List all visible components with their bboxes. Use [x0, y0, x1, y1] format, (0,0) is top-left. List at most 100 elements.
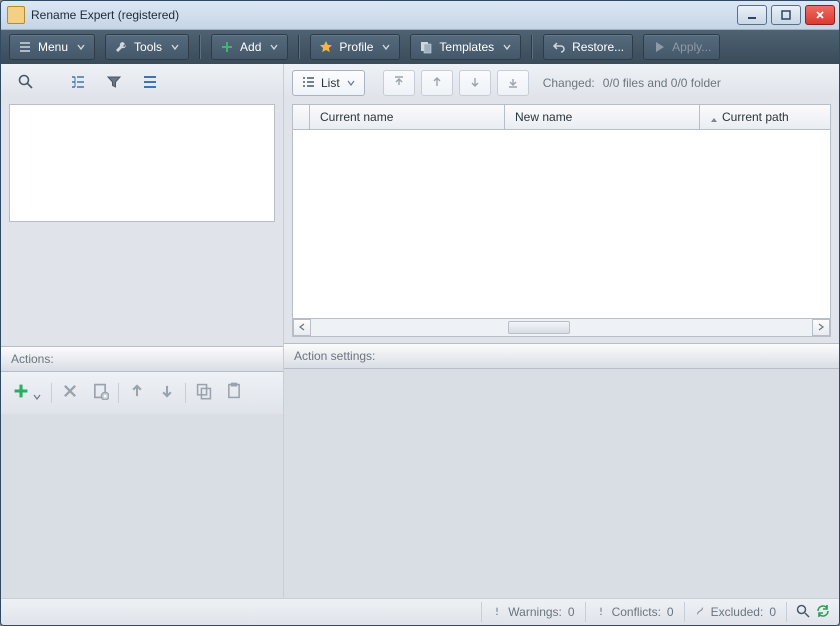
- find-button[interactable]: [795, 603, 811, 622]
- clear-actions-button[interactable]: [86, 380, 114, 406]
- scroll-thumb[interactable]: [508, 321, 570, 334]
- statusbar: Warnings: 0 Conflicts: 0 Excluded: 0: [1, 598, 839, 625]
- go-down-button[interactable]: [459, 70, 491, 96]
- col-selector[interactable]: [293, 105, 310, 129]
- double-arrow-down-icon: [506, 75, 520, 92]
- main-toolbar: Menu Tools Add Profile Templates Re: [1, 30, 839, 65]
- templates-label: Templates: [439, 40, 494, 54]
- warnings-value: 0: [568, 605, 575, 619]
- filter-button[interactable]: [97, 69, 131, 97]
- refresh-button[interactable]: [815, 603, 831, 622]
- toolbar-separator: [199, 35, 201, 59]
- apply-label: Apply...: [672, 40, 711, 54]
- tree-view-button[interactable]: [61, 69, 95, 97]
- column-headers: Current name New name Current path: [293, 105, 830, 130]
- list-view-icon: [301, 75, 315, 92]
- profile-button[interactable]: Profile: [310, 34, 400, 60]
- warnings-label: Warnings:: [508, 605, 562, 619]
- left-pane: Actions:: [1, 64, 284, 599]
- excluded-icon: [695, 605, 705, 619]
- go-bottom-button[interactable]: [497, 70, 529, 96]
- add-button[interactable]: Add: [211, 34, 288, 60]
- file-list-body[interactable]: [293, 130, 830, 318]
- search-icon: [17, 73, 35, 94]
- actions-label: Actions:: [11, 352, 54, 366]
- arrow-down-icon: [468, 75, 482, 92]
- col-new-name-label: New name: [515, 110, 572, 124]
- plus-icon: [12, 382, 30, 403]
- templates-icon: [419, 40, 433, 54]
- copy-action-button[interactable]: [190, 380, 218, 406]
- arrow-up-icon: [128, 382, 146, 403]
- separator: [185, 383, 186, 403]
- status-conflicts[interactable]: Conflicts: 0: [585, 602, 684, 622]
- left-toolbar: [1, 64, 283, 98]
- warning-icon: [492, 605, 502, 619]
- double-arrow-up-icon: [392, 75, 406, 92]
- horizontal-scrollbar[interactable]: [293, 318, 830, 336]
- app-window: Rename Expert (registered) Menu Tools: [0, 0, 840, 626]
- scroll-right-button[interactable]: [812, 319, 830, 336]
- view-mode-label: List: [321, 76, 340, 90]
- col-current-path-label: Current path: [722, 110, 789, 124]
- go-up-button[interactable]: [421, 70, 453, 96]
- apply-button[interactable]: Apply...: [643, 34, 720, 60]
- close-button[interactable]: [805, 5, 835, 25]
- tree-icon: [69, 73, 87, 94]
- restore-label: Restore...: [572, 40, 624, 54]
- chevron-down-icon: [381, 42, 391, 52]
- actions-toolbar: [1, 372, 283, 414]
- restore-button[interactable]: Restore...: [543, 34, 633, 60]
- conflicts-label: Conflicts:: [612, 605, 661, 619]
- chevron-down-icon: [269, 42, 279, 52]
- add-action-button[interactable]: [7, 380, 47, 406]
- source-tree[interactable]: [9, 104, 275, 222]
- menu-button[interactable]: Menu: [9, 34, 95, 60]
- remove-action-button[interactable]: [56, 380, 84, 406]
- minimize-button[interactable]: [737, 5, 767, 25]
- star-icon: [319, 40, 333, 54]
- undo-icon: [552, 40, 566, 54]
- search-button[interactable]: [9, 69, 43, 97]
- list-icon: [141, 73, 159, 94]
- col-current-name[interactable]: Current name: [310, 105, 505, 129]
- app-icon: [7, 6, 25, 24]
- profile-label: Profile: [339, 40, 373, 54]
- menu-label: Menu: [38, 40, 68, 54]
- arrow-down-icon: [158, 382, 176, 403]
- status-excluded[interactable]: Excluded: 0: [684, 602, 786, 622]
- actions-list[interactable]: [1, 414, 283, 599]
- move-up-button[interactable]: [123, 380, 151, 406]
- chevron-down-icon: [76, 42, 86, 52]
- titlebar: Rename Expert (registered): [1, 1, 839, 30]
- tools-button[interactable]: Tools: [105, 34, 189, 60]
- status-warnings[interactable]: Warnings: 0: [481, 602, 584, 622]
- separator: [118, 383, 119, 403]
- chevron-down-icon: [170, 42, 180, 52]
- scroll-left-button[interactable]: [293, 319, 311, 336]
- plus-icon: [220, 40, 234, 54]
- toolbar-separator: [531, 35, 533, 59]
- col-new-name[interactable]: New name: [505, 105, 700, 129]
- templates-button[interactable]: Templates: [410, 34, 521, 60]
- wrench-icon: [114, 40, 128, 54]
- paste-action-button[interactable]: [220, 380, 248, 406]
- action-settings-header: Action settings:: [284, 343, 839, 369]
- filter-icon: [105, 73, 123, 94]
- col-current-path[interactable]: Current path: [700, 105, 830, 129]
- list-button[interactable]: [133, 69, 167, 97]
- go-top-button[interactable]: [383, 70, 415, 96]
- move-down-button[interactable]: [153, 380, 181, 406]
- copy-icon: [195, 382, 213, 403]
- action-settings-label: Action settings:: [294, 349, 375, 363]
- maximize-button[interactable]: [771, 5, 801, 25]
- chevron-down-icon: [502, 42, 512, 52]
- view-mode-button[interactable]: List: [292, 70, 365, 96]
- tools-label: Tools: [134, 40, 162, 54]
- right-pane: List Changed: 0/0 files and 0/0 folder C…: [284, 64, 839, 599]
- sort-asc-icon: [710, 113, 718, 121]
- action-settings-body[interactable]: [284, 369, 839, 600]
- window-title: Rename Expert (registered): [31, 8, 179, 22]
- change-status: Changed: 0/0 files and 0/0 folder: [543, 76, 721, 90]
- changed-label: Changed:: [543, 76, 595, 90]
